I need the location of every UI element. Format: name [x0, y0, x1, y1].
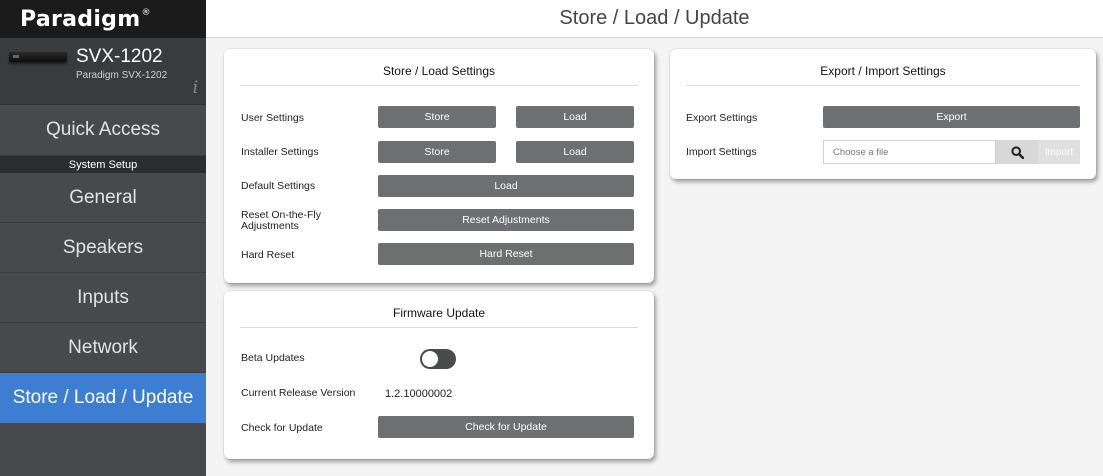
installer-store-button[interactable]: Store	[378, 141, 496, 163]
registered-mark: ®	[141, 8, 151, 18]
divider	[240, 327, 638, 328]
installer-load-button[interactable]: Load	[516, 141, 634, 163]
app-root: Paradigm ® SVX-1202 Paradigm SVX-1202 i Q…	[0, 0, 1103, 476]
card-title: Store / Load Settings	[382, 64, 496, 78]
default-settings-label: Default Settings	[241, 180, 316, 192]
divider	[686, 85, 1080, 86]
search-icon[interactable]	[996, 140, 1038, 164]
reset-adjustments-button[interactable]: Reset Adjustments	[378, 209, 634, 231]
check-update-label: Check for Update	[241, 422, 323, 434]
store-load-card: Store / Load Settings User Settings Stor…	[224, 49, 654, 283]
brand-logo: Paradigm ®	[0, 0, 206, 38]
toggle-knob	[422, 351, 438, 367]
export-settings-label: Export Settings	[686, 112, 758, 124]
brand-name: Paradigm	[20, 6, 141, 32]
card-title: Export / Import Settings	[820, 64, 946, 78]
import-button[interactable]: Import	[1038, 140, 1080, 164]
device-panel[interactable]: SVX-1202 Paradigm SVX-1202 i	[0, 38, 206, 105]
default-load-button[interactable]: Load	[378, 175, 634, 197]
user-load-button[interactable]: Load	[516, 106, 634, 128]
sidebar: Paradigm ® SVX-1202 Paradigm SVX-1202 i Q…	[0, 0, 206, 476]
page-title: Store / Load / Update	[206, 0, 1103, 38]
current-version-value: 1.2.10000002	[385, 388, 453, 400]
nav-quick-access[interactable]: Quick Access	[0, 105, 206, 156]
export-button[interactable]: Export	[823, 106, 1080, 128]
nav-network[interactable]: Network	[0, 323, 206, 373]
nav-section-system-setup: System Setup	[0, 156, 206, 173]
user-settings-label: User Settings	[241, 112, 305, 124]
hard-reset-button[interactable]: Hard Reset	[378, 243, 634, 265]
card-title: Firmware Update	[392, 306, 486, 320]
nav-inputs[interactable]: Inputs	[0, 273, 206, 323]
info-icon[interactable]: i	[193, 78, 198, 98]
nav-general[interactable]: General	[0, 173, 206, 223]
file-chooser-input[interactable]: Choose a file	[823, 140, 996, 164]
check-update-button[interactable]: Check for Update	[378, 416, 634, 438]
search-icon-glyph	[1010, 145, 1024, 159]
current-version-label: Current Release Version	[241, 387, 356, 399]
import-settings-label: Import Settings	[686, 146, 757, 158]
user-store-button[interactable]: Store	[378, 106, 496, 128]
firmware-update-card: Firmware Update Beta Updates Current Rel…	[224, 291, 654, 459]
hard-reset-label: Hard Reset	[241, 249, 295, 261]
device-image	[9, 52, 67, 62]
device-name: SVX-1202	[76, 46, 163, 67]
beta-updates-label: Beta Updates	[241, 352, 305, 364]
export-import-card: Export / Import Settings Export Settings…	[670, 49, 1096, 179]
divider	[240, 85, 638, 86]
nav-store-load-update[interactable]: Store / Load / Update	[0, 373, 206, 423]
reset-otf-label: Reset On-the-Fly Adjustments	[241, 209, 321, 232]
installer-settings-label: Installer Settings	[241, 146, 319, 158]
nav-speakers[interactable]: Speakers	[0, 223, 206, 273]
beta-updates-toggle[interactable]	[420, 349, 456, 369]
device-model: Paradigm SVX-1202	[76, 70, 168, 81]
